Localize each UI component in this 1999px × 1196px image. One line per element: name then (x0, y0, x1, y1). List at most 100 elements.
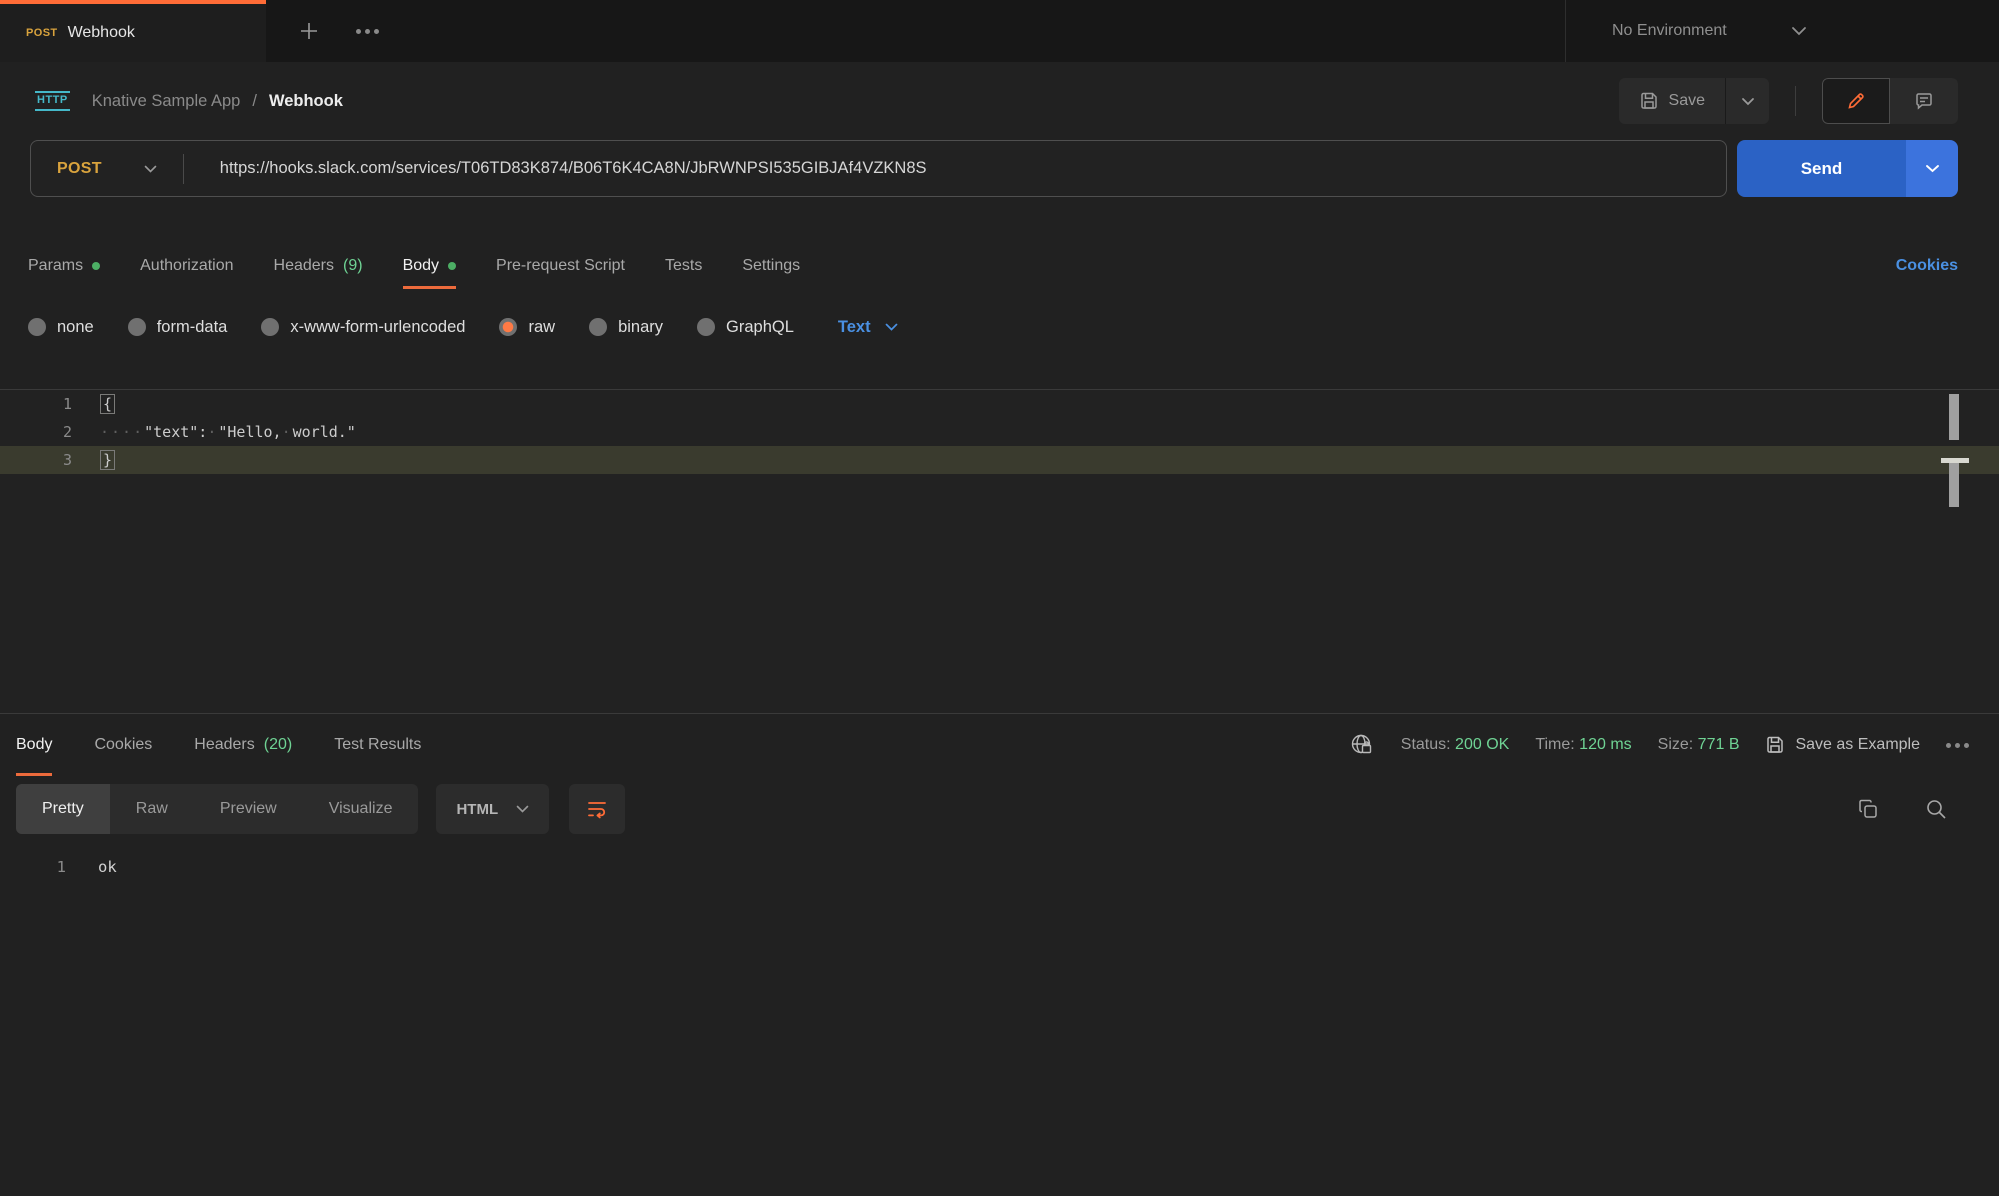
save-options-button[interactable] (1725, 78, 1769, 124)
copy-response-button[interactable] (1857, 798, 1879, 820)
editor-line[interactable]: 2 ····"text":·"Hello,·world." (0, 418, 1999, 446)
radio-label: raw (528, 318, 555, 337)
send-options-button[interactable] (1906, 140, 1958, 197)
wrap-lines-button[interactable] (569, 784, 625, 834)
environment-name: No Environment (1612, 22, 1791, 40)
tab-count: (9) (343, 257, 363, 275)
radio-label: GraphQL (726, 318, 794, 337)
body-type-x-www-form-urlencoded[interactable]: x-www-form-urlencoded (261, 318, 465, 337)
cookies-link[interactable]: Cookies (1896, 257, 1958, 275)
line-number: 1 (0, 858, 66, 876)
body-type-row: none form-data x-www-form-urlencoded raw… (0, 307, 1999, 347)
breadcrumb-separator: / (252, 92, 257, 111)
radio-icon (589, 318, 607, 336)
divider (1795, 86, 1796, 116)
environment-selector[interactable]: No Environment (1565, 0, 1999, 62)
radio-label: none (57, 318, 94, 337)
json-value: "Hello, (218, 423, 281, 441)
view-preview-button[interactable]: Preview (194, 784, 303, 834)
url-input[interactable] (184, 159, 1726, 178)
chevron-down-icon (1925, 164, 1940, 173)
save-button[interactable]: Save (1619, 78, 1725, 124)
tab-label: Body (16, 736, 52, 754)
radio-label: x-www-form-urlencoded (290, 318, 465, 337)
modified-dot (92, 262, 100, 270)
breadcrumb-request-name: Webhook (269, 92, 343, 111)
open-request-tab[interactable]: POST Webhook (0, 0, 266, 62)
response-section: Body Cookies Headers (20) Test Results (0, 713, 1999, 876)
line-number: 3 (0, 451, 72, 469)
radio-label: binary (618, 318, 663, 337)
new-tab-button[interactable] (298, 20, 320, 42)
body-type-none[interactable]: none (28, 318, 94, 337)
response-meta: Status: 200 OK Time: 120 ms Size: 771 B … (1349, 732, 1969, 758)
json-key: "text": (144, 423, 207, 441)
body-type-form-data[interactable]: form-data (128, 318, 228, 337)
method-selector[interactable]: POST (31, 160, 183, 178)
matched-brace: { (100, 394, 115, 414)
tab-label: Tests (665, 257, 702, 275)
editor-line[interactable]: 1 { (0, 390, 1999, 418)
response-view-controls: Pretty Raw Preview Visualize HTML (0, 776, 1999, 842)
response-text: ok (98, 858, 117, 876)
view-pretty-button[interactable]: Pretty (16, 784, 110, 834)
matched-brace: } (100, 450, 115, 470)
response-format-selector[interactable]: HTML (436, 784, 549, 834)
view-raw-button[interactable]: Raw (110, 784, 194, 834)
network-globe-lock-icon[interactable] (1349, 732, 1375, 758)
chevron-down-icon (1741, 97, 1755, 106)
tab-pre-request-script[interactable]: Pre-request Script (496, 243, 625, 289)
request-body-editor[interactable]: 1 { 2 ····"text":·"Hello,·world." 3 } (0, 389, 1999, 713)
response-tab-body[interactable]: Body (16, 714, 52, 776)
save-as-example-label: Save as Example (1795, 736, 1920, 754)
tab-label: Headers (194, 736, 254, 754)
word-wrap-icon (585, 797, 609, 821)
tab-options-button[interactable] (356, 29, 379, 34)
tab-label: Params (28, 257, 83, 275)
tab-tests[interactable]: Tests (665, 243, 702, 289)
whitespace-dot: · (282, 423, 293, 441)
comment-icon (1914, 91, 1934, 111)
response-tab-cookies[interactable]: Cookies (94, 714, 152, 776)
overview-cursor-marker (1949, 463, 1959, 507)
send-button[interactable]: Send (1737, 140, 1906, 197)
save-as-example-button[interactable]: Save as Example (1765, 735, 1920, 755)
modified-dot (448, 262, 456, 270)
body-type-binary[interactable]: binary (589, 318, 663, 337)
body-type-raw[interactable]: raw (499, 318, 555, 337)
request-tab-bar: POST Webhook No Environment (0, 0, 1999, 62)
comments-button[interactable] (1890, 78, 1958, 124)
body-type-graphql[interactable]: GraphQL (697, 318, 794, 337)
pencil-icon (1846, 91, 1866, 111)
line-number: 2 (0, 423, 72, 441)
editor-line-current[interactable]: 3 } (0, 446, 1999, 474)
response-tab-headers[interactable]: Headers (20) (194, 714, 292, 776)
view-visualize-button[interactable]: Visualize (303, 784, 419, 834)
response-view-switch: Pretty Raw Preview Visualize (16, 784, 418, 834)
tab-settings[interactable]: Settings (742, 243, 800, 289)
format-label: HTML (456, 801, 498, 818)
response-tab-test-results[interactable]: Test Results (334, 714, 421, 776)
tab-headers[interactable]: Headers (9) (274, 243, 363, 289)
raw-language-selector[interactable]: Text (838, 318, 898, 337)
tab-authorization[interactable]: Authorization (140, 243, 233, 289)
tab-label: Headers (274, 257, 334, 275)
plus-icon (298, 20, 320, 42)
tab-label: Test Results (334, 736, 421, 754)
breadcrumb-collection[interactable]: Knative Sample App (92, 92, 241, 111)
editor-scrollbar-thumb[interactable] (1949, 394, 1959, 440)
response-body[interactable]: 1 ok (0, 858, 1999, 876)
edit-documentation-button[interactable] (1822, 78, 1890, 124)
search-icon (1925, 798, 1947, 820)
search-response-button[interactable] (1925, 798, 1947, 820)
tab-label: Body (403, 257, 439, 275)
radio-label: form-data (157, 318, 228, 337)
tab-params[interactable]: Params (28, 243, 100, 289)
tab-body[interactable]: Body (403, 243, 456, 289)
line-number: 1 (0, 395, 72, 413)
chevron-down-icon (516, 805, 529, 813)
chevron-down-icon (1791, 26, 1970, 36)
response-options-button[interactable] (1946, 743, 1969, 748)
radio-icon (128, 318, 146, 336)
tab-label: Cookies (94, 736, 152, 754)
